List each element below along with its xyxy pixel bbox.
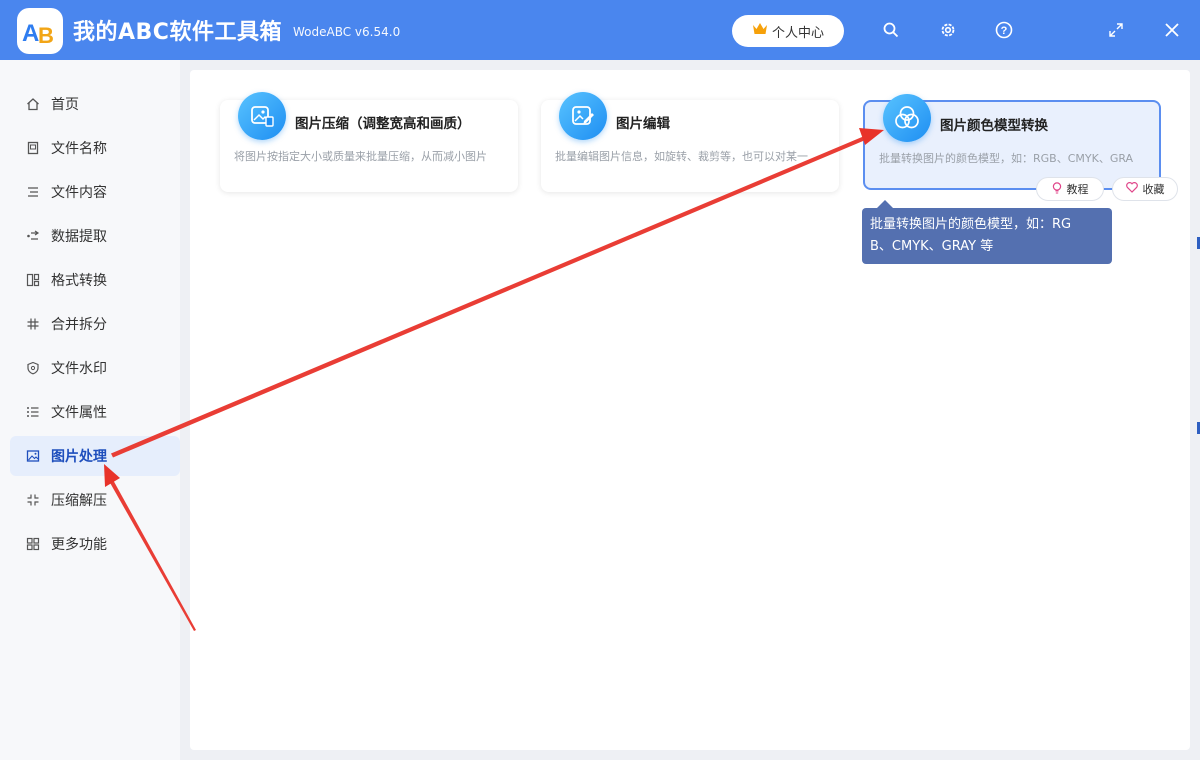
file-properties-icon	[25, 404, 41, 420]
card-description: 批量编辑图片信息，如旋转、裁剪等，也可以对某一	[555, 150, 808, 163]
gear-icon[interactable]	[935, 17, 961, 43]
sidebar-item-merge-split[interactable]: 合并拆分	[10, 304, 180, 344]
svg-text:B: B	[38, 23, 54, 48]
home-icon	[25, 96, 41, 112]
help-icon[interactable]: ?	[991, 17, 1017, 43]
close-icon[interactable]	[1159, 17, 1185, 43]
maximize-icon[interactable]	[1103, 17, 1129, 43]
sidebar-item-label: 格式转换	[51, 273, 107, 289]
file-name-icon	[25, 140, 41, 156]
merge-split-icon	[25, 316, 41, 332]
user-center-button[interactable]: 个人中心	[732, 15, 844, 47]
sidebar-item-data-extract[interactable]: 数据提取	[10, 216, 180, 256]
sidebar: 首页 文件名称 文件内容 数据提取 格式转换 合并拆分 文件水印 文件属性 图片…	[0, 60, 180, 760]
tooltip-line: 批量转换图片的颜色模型，如：RG	[870, 217, 1072, 232]
title-bar: A B 我的ABC软件工具箱 WodeABC v6.54.0 个人中心 ?	[0, 0, 1200, 60]
sidebar-item-label: 首页	[51, 97, 79, 113]
card-description: 将图片按指定大小或质量来批量压缩，从而减小图片	[234, 150, 487, 163]
app-version: WodeABC v6.54.0	[293, 25, 401, 39]
more-features-icon	[25, 536, 41, 552]
sidebar-item-image-processing[interactable]: 图片处理	[10, 436, 180, 476]
tutorial-button[interactable]: 教程	[1036, 177, 1104, 201]
sidebar-item-file-name[interactable]: 文件名称	[10, 128, 180, 168]
card-image-edit[interactable]: 图片编辑 批量编辑图片信息，如旋转、裁剪等，也可以对某一	[541, 92, 839, 192]
card-title: 图片压缩（调整宽高和画质）	[295, 116, 471, 132]
card-color-model-convert[interactable]: 图片颜色模型转换 批量转换图片的颜色模型，如：RGB、CMYK、GRA	[863, 94, 1161, 190]
sidebar-item-home[interactable]: 首页	[10, 84, 180, 124]
tooltip-arrow	[877, 200, 893, 208]
svg-text:?: ?	[1001, 25, 1008, 37]
sidebar-item-label: 更多功能	[51, 537, 107, 553]
tooltip-line: B、CMYK、GRAY 等	[870, 239, 994, 254]
card-title: 图片颜色模型转换	[940, 118, 1048, 134]
lightbulb-icon	[1052, 181, 1062, 197]
sidebar-item-label: 文件水印	[51, 361, 107, 377]
sidebar-item-format-convert[interactable]: 格式转换	[10, 260, 180, 300]
svg-text:A: A	[22, 20, 39, 47]
tutorial-label: 教程	[1066, 183, 1089, 196]
image-icon	[25, 448, 41, 464]
favorite-label: 收藏	[1142, 183, 1165, 196]
sidebar-item-more-features[interactable]: 更多功能	[10, 524, 180, 564]
card-title: 图片编辑	[616, 116, 670, 132]
format-convert-icon	[25, 272, 41, 288]
user-center-label: 个人中心	[771, 25, 824, 41]
sidebar-item-label: 文件内容	[51, 185, 107, 201]
favorite-button[interactable]: 收藏	[1112, 177, 1178, 201]
card-tooltip: 批量转换图片的颜色模型，如：RG B、CMYK、GRAY 等	[862, 208, 1112, 264]
sidebar-item-watermark[interactable]: 文件水印	[10, 348, 180, 388]
heart-icon	[1125, 182, 1138, 196]
sidebar-item-label: 文件名称	[51, 141, 107, 157]
sidebar-item-label: 压缩解压	[51, 493, 107, 509]
watermark-icon	[25, 360, 41, 376]
image-compress-icon	[238, 92, 286, 140]
card-image-compress[interactable]: 图片压缩（调整宽高和画质） 将图片按指定大小或质量来批量压缩，从而减小图片	[220, 92, 518, 192]
app-logo: A B	[17, 8, 63, 54]
sidebar-item-file-properties[interactable]: 文件属性	[10, 392, 180, 432]
sidebar-item-label: 文件属性	[51, 405, 107, 421]
app-title: 我的ABC软件工具箱	[73, 20, 282, 45]
color-model-icon	[883, 94, 931, 142]
sidebar-item-compress[interactable]: 压缩解压	[10, 480, 180, 520]
image-edit-icon	[559, 92, 607, 140]
sidebar-item-label: 合并拆分	[51, 317, 107, 333]
sidebar-item-label: 图片处理	[51, 449, 107, 465]
data-extract-icon	[25, 228, 41, 244]
crown-icon	[752, 22, 768, 40]
search-icon[interactable]	[878, 17, 904, 43]
file-content-icon	[25, 184, 41, 200]
card-description: 批量转换图片的颜色模型，如：RGB、CMYK、GRA	[879, 152, 1134, 165]
compress-icon	[25, 492, 41, 508]
sidebar-item-file-content[interactable]: 文件内容	[10, 172, 180, 212]
sidebar-item-label: 数据提取	[51, 229, 107, 245]
